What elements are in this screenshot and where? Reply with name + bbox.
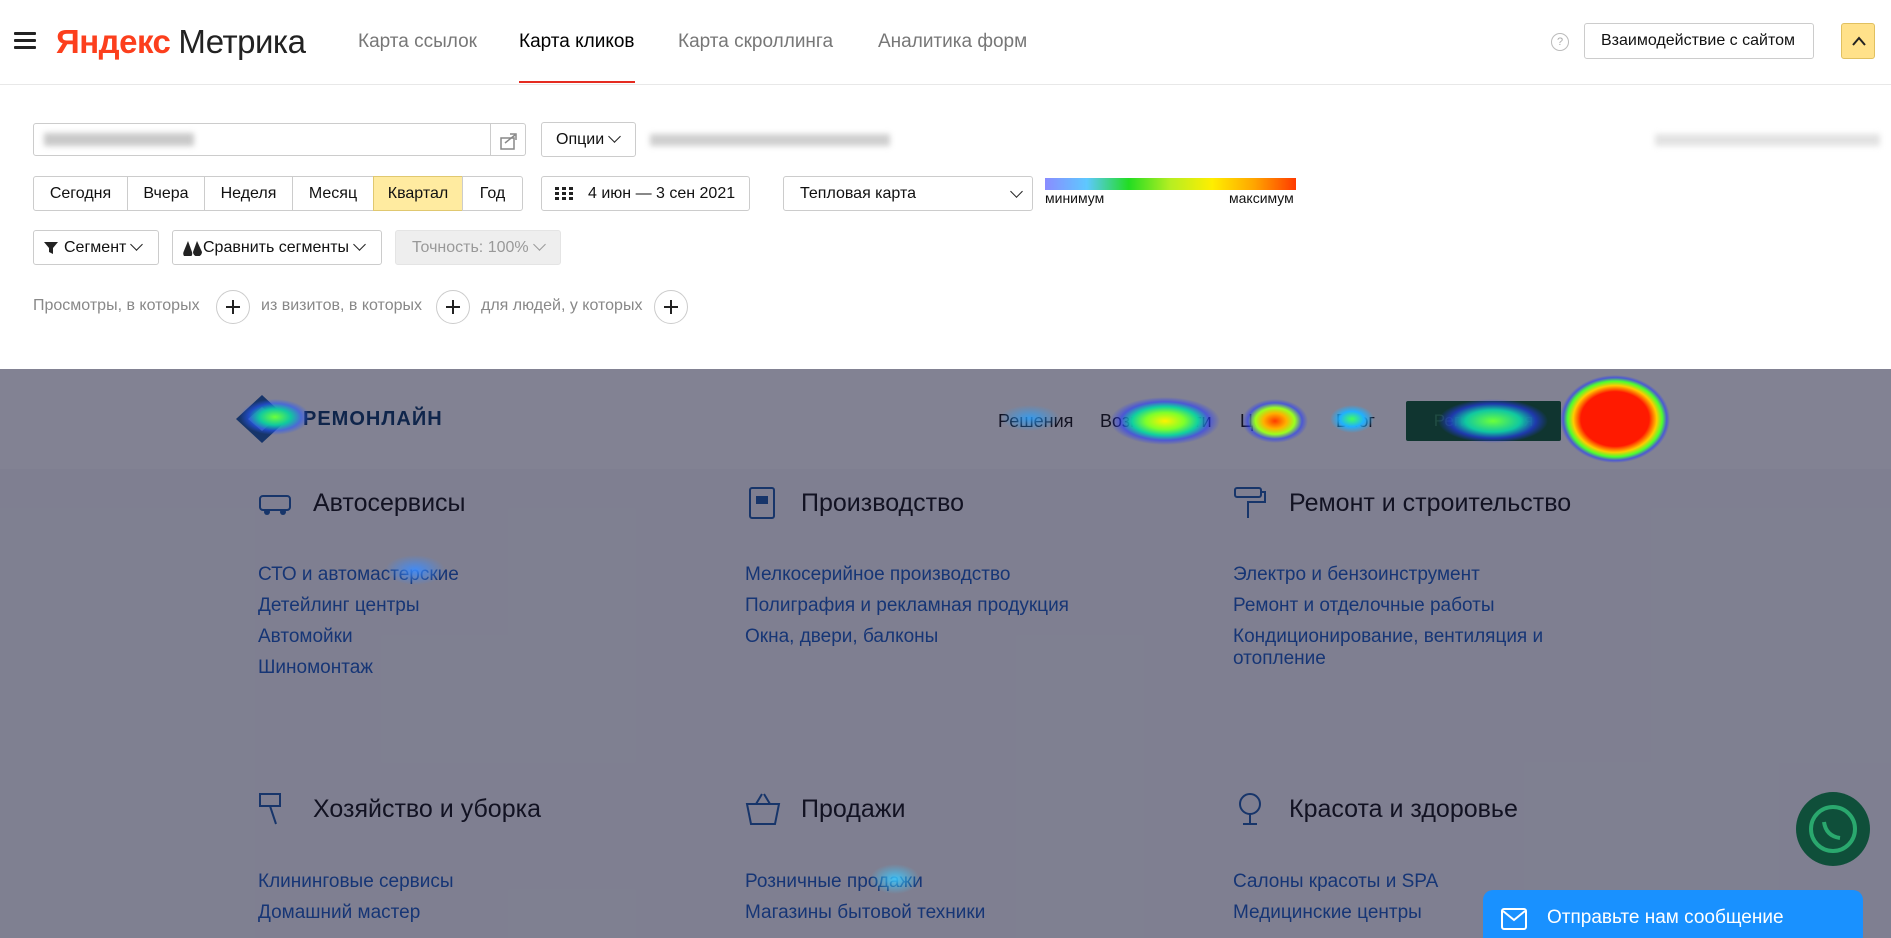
collapse-button[interactable] — [1841, 23, 1875, 59]
site-nav-blog[interactable]: Блог — [1336, 411, 1375, 432]
cleaning-icon — [259, 793, 281, 825]
category-link[interactable]: Полиграфия и рекламная продукция — [745, 593, 1069, 619]
period-week[interactable]: Неделя — [204, 176, 293, 211]
category-link[interactable]: Розничные продажи — [745, 869, 923, 895]
compare-segments-button[interactable]: Сравнить сегменты — [172, 230, 382, 265]
phone-icon — [1809, 805, 1857, 853]
gradient-max-label: максимум — [1229, 190, 1294, 206]
car-service-icon — [259, 495, 291, 515]
share-icon — [500, 133, 517, 150]
category-title: Ремонт и строительство — [1289, 489, 1572, 517]
site-logo-icon — [236, 395, 288, 443]
site-nav-features[interactable]: Возможности — [1100, 411, 1212, 432]
category-link[interactable]: Домашний мастер — [258, 900, 420, 926]
chevron-down-icon — [353, 238, 366, 251]
date-range-label: 4 июн — 3 сен 2021 — [588, 185, 736, 202]
site-nav-solutions[interactable]: Решения — [998, 411, 1073, 432]
period-today[interactable]: Сегодня — [33, 176, 128, 211]
category-link[interactable]: Автомойки — [258, 624, 353, 650]
date-range-picker[interactable]: 4 июн — 3 сен 2021 — [541, 176, 750, 211]
filter-people-label: для людей, у которых — [481, 297, 643, 314]
logo[interactable]: Яндекс Метрика — [56, 20, 306, 64]
gradient-min-label: минимум — [1045, 190, 1105, 206]
filter-icon — [44, 242, 58, 254]
chat-label: Отправьте нам сообщение — [1547, 907, 1784, 928]
site-interaction-button[interactable]: Взаимодействие с сайтом — [1584, 23, 1814, 59]
site-header: РЕМОНЛАЙН Решения Возможности Цены Блог … — [0, 369, 1891, 469]
add-views-condition-button[interactable] — [216, 290, 250, 324]
compare-label: Сравнить сегменты — [203, 239, 350, 256]
category-title: Автосервисы — [313, 489, 466, 517]
heat-gradient-legend — [1045, 178, 1296, 190]
help-icon[interactable]: ? — [1551, 33, 1569, 51]
map-type-select[interactable]: Тепловая карта — [783, 176, 1033, 211]
tab-scroll-map[interactable]: Карта скроллинга — [678, 30, 833, 54]
category-link[interactable]: Мелкосерийное производство — [745, 562, 1010, 588]
category-title: Продажи — [801, 795, 906, 823]
url-input[interactable] — [33, 123, 491, 156]
category-link[interactable]: СТО и автомастерские — [258, 562, 459, 588]
add-visits-condition-button[interactable] — [436, 290, 470, 324]
category-link[interactable]: отопление — [1233, 646, 1326, 672]
tab-link-map[interactable]: Карта ссылок — [358, 30, 477, 54]
category-link[interactable]: Шиномонтаж — [258, 655, 373, 681]
shopping-basket-icon — [745, 793, 781, 825]
chevron-up-icon — [1852, 36, 1866, 46]
beauty-icon — [1239, 793, 1261, 825]
category-link[interactable]: Медицинские центры — [1233, 900, 1422, 926]
category-link[interactable]: Магазины бытовой техники — [745, 900, 985, 926]
top-bar: Яндекс Метрика Карта ссылок Карта кликов … — [0, 0, 1891, 85]
category-link[interactable]: Салоны красоты и SPA — [1233, 869, 1438, 895]
category-link[interactable]: Электро и бензоинструмент — [1233, 562, 1480, 588]
segment-label: Сегмент — [64, 239, 127, 256]
category-link[interactable]: Окна, двери, балконы — [745, 624, 938, 650]
paint-roller-icon — [1234, 487, 1266, 518]
site-nav-prices[interactable]: Цены — [1240, 411, 1286, 432]
blurred-info — [1655, 134, 1880, 146]
category-title: Красота и здоровье — [1289, 795, 1518, 823]
accuracy-label: Точность: 100% — [412, 239, 529, 256]
options-dropdown[interactable]: Опции — [541, 122, 636, 157]
chat-widget-button[interactable]: Отправьте нам сообщение — [1483, 890, 1863, 938]
calendar-icon — [555, 187, 573, 200]
chevron-down-icon — [1010, 185, 1023, 198]
segment-button[interactable]: Сегмент — [33, 230, 159, 265]
chevron-down-icon — [532, 238, 546, 251]
accuracy-dropdown[interactable]: Точность: 100% — [395, 230, 561, 265]
period-yesterday[interactable]: Вчера — [127, 176, 205, 211]
filter-views-label: Просмотры, в которых — [33, 297, 200, 314]
chevron-down-icon — [130, 238, 144, 251]
menu-icon[interactable] — [14, 32, 36, 50]
map-type-label: Тепловая карта — [800, 185, 917, 202]
mail-icon — [1501, 908, 1527, 930]
compare-icon — [183, 241, 202, 256]
tab-click-map[interactable]: Карта кликов — [519, 30, 635, 83]
add-people-condition-button[interactable] — [654, 290, 688, 324]
category-title: Производство — [801, 489, 965, 517]
category-link[interactable]: Ремонт и отделочные работы — [1233, 593, 1495, 619]
period-quarter[interactable]: Квартал — [373, 176, 463, 211]
blurred-stats — [650, 134, 890, 146]
tab-form-analytics[interactable]: Аналитика форм — [878, 30, 1027, 54]
logo-brand: Яндекс — [56, 23, 171, 60]
factory-icon — [749, 487, 775, 519]
category-link[interactable]: Клининговые сервисы — [258, 869, 454, 895]
logo-product: Метрика — [178, 23, 306, 60]
options-label: Опции — [556, 131, 605, 148]
period-year[interactable]: Год — [462, 176, 523, 211]
whatsapp-icon[interactable] — [1796, 792, 1870, 866]
category-link[interactable]: Детейлинг центры — [258, 593, 420, 619]
share-button[interactable] — [491, 123, 526, 156]
filter-visits-label: из визитов, в которых — [261, 297, 422, 314]
chevron-down-icon — [608, 130, 622, 143]
period-month[interactable]: Месяц — [292, 176, 374, 211]
site-register-button[interactable]: Регистрация — [1406, 401, 1561, 441]
site-logo-text: РЕМОНЛАЙН — [303, 408, 443, 430]
heatmap-viewport[interactable]: РЕМОНЛАЙН Решения Возможности Цены Блог … — [0, 369, 1891, 938]
category-title: Хозяйство и уборка — [313, 795, 541, 823]
